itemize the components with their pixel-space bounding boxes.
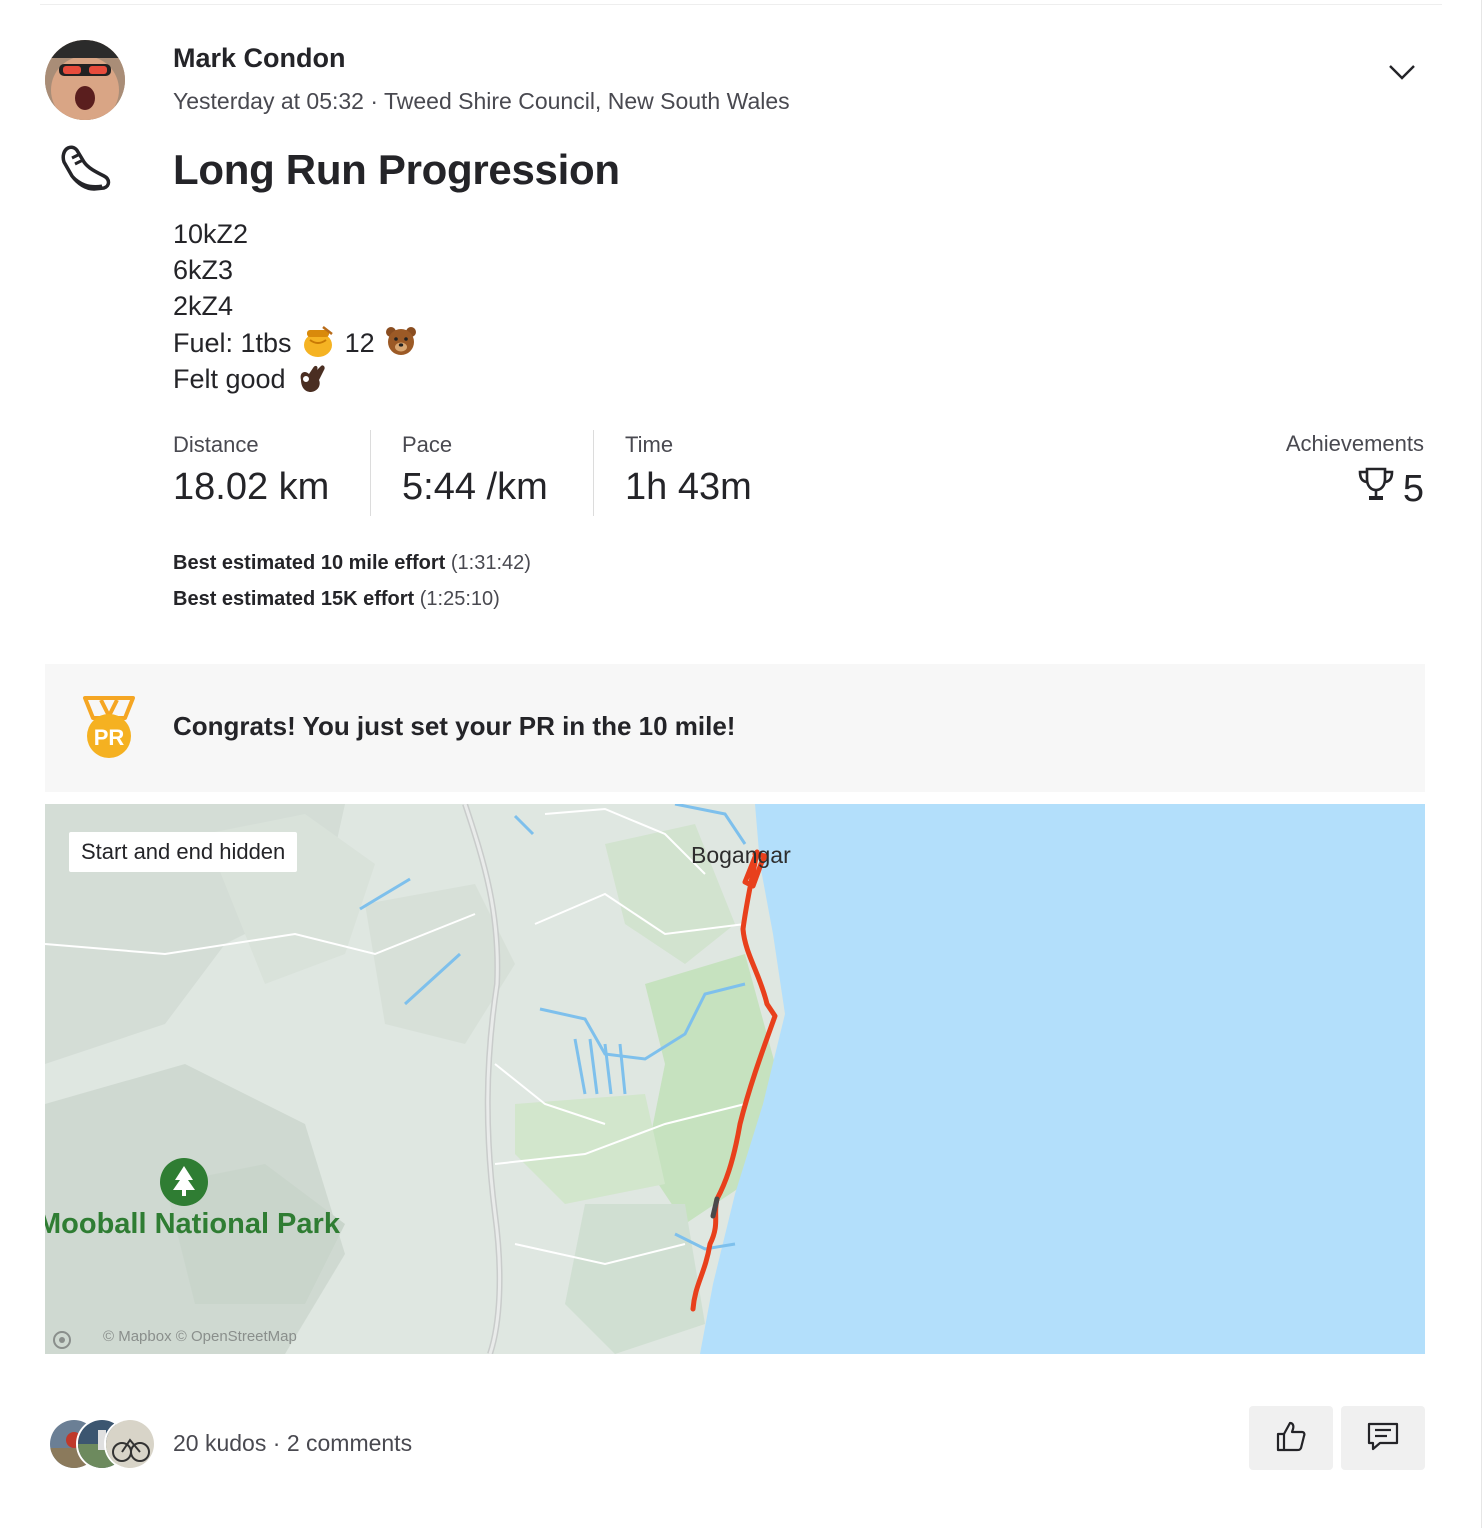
- stat-label: Pace: [402, 432, 453, 457]
- stat-value: 1h 43m: [625, 466, 752, 508]
- stat-time: Time 1h 43m: [625, 432, 752, 509]
- activity-title[interactable]: Long Run Progression: [173, 146, 620, 194]
- stat-divider: [370, 430, 371, 516]
- achievement-count: 5: [1402, 467, 1424, 510]
- fuel-count: 12: [344, 328, 375, 358]
- stat-label: Time: [625, 432, 674, 457]
- bear-icon: [384, 324, 418, 367]
- comment-button[interactable]: [1341, 1406, 1425, 1470]
- separator: ·: [272, 1430, 281, 1456]
- kudos-avatars[interactable]: [48, 1418, 168, 1470]
- card-top-border: [40, 4, 1442, 5]
- kudos-count[interactable]: 20 kudos: [173, 1430, 266, 1456]
- pr-medal-icon: PR: [81, 694, 137, 765]
- stat-label: Achievements: [1285, 431, 1424, 456]
- comments-count[interactable]: 2 comments: [287, 1430, 412, 1456]
- athlete-avatar[interactable]: [45, 40, 125, 120]
- activity-meta: Yesterday at 05:32 · Tweed Shire Council…: [173, 88, 790, 114]
- best-effort-label: Best estimated 15K effort: [173, 588, 415, 610]
- fuel-text: Fuel: 1tbs: [173, 328, 292, 358]
- activity-description: 10kZ2 6kZ3 2kZ4 Fuel: 1tbs 12 Felt good: [173, 216, 420, 396]
- trophy-icon: [1357, 465, 1395, 513]
- map-town-label: Bogangar: [691, 842, 791, 868]
- description-line: 2kZ4: [173, 291, 234, 321]
- best-effort-10-mile: Best estimated 10 mile effort (1:31:42): [173, 552, 531, 575]
- best-effort-label: Best estimated 10 mile effort: [173, 552, 446, 574]
- avatar: [104, 1418, 156, 1470]
- stat-label: Distance: [173, 432, 259, 457]
- map-park-label: Mooball National Park: [45, 1208, 340, 1240]
- social-summary: 20 kudos · 2 comments: [173, 1430, 412, 1457]
- felt-text: Felt good: [173, 364, 286, 394]
- stat-achievements[interactable]: Achievements 5: [1286, 431, 1424, 513]
- pr-message: Congrats! You just set your PR in the 10…: [173, 711, 736, 741]
- best-effort-15k: Best estimated 15K effort (1:25:10): [173, 588, 500, 611]
- pr-banner: PR Congrats! You just set your PR in the…: [45, 664, 1425, 792]
- stat-distance: Distance 18.02 km: [173, 432, 329, 509]
- thumbs-up-icon: [1274, 1419, 1308, 1458]
- pr-medal-text: PR: [94, 725, 125, 750]
- stat-value: 18.02 km: [173, 466, 330, 508]
- athlete-name[interactable]: Mark Condon: [173, 43, 346, 74]
- description-line-fuel: Fuel: 1tbs 12: [173, 324, 420, 360]
- kudos-button[interactable]: [1249, 1406, 1333, 1470]
- stat-value: 5:44 /km: [402, 466, 548, 508]
- description-line: 10kZ2: [173, 219, 249, 249]
- stat-divider: [593, 430, 594, 516]
- comment-icon: [1366, 1419, 1400, 1458]
- ok-hand-icon: [295, 360, 327, 403]
- map-attribution[interactable]: © Mapbox © OpenStreetMap: [103, 1328, 297, 1345]
- best-effort-time: (1:25:10): [419, 588, 500, 610]
- stat-pace: Pace 5:44 /km: [402, 432, 548, 509]
- chevron-down-icon[interactable]: [1386, 60, 1418, 84]
- map-privacy-badge: Start and end hidden: [69, 832, 298, 872]
- description-line-felt: Felt good: [173, 360, 420, 396]
- map-canvas: [45, 804, 1425, 1354]
- route-map[interactable]: Start and end hidden Bogangar Mooball Na…: [45, 804, 1425, 1354]
- running-shoe-icon: [58, 142, 114, 194]
- best-effort-time: (1:31:42): [450, 552, 531, 574]
- description-line: 6kZ3: [173, 255, 234, 285]
